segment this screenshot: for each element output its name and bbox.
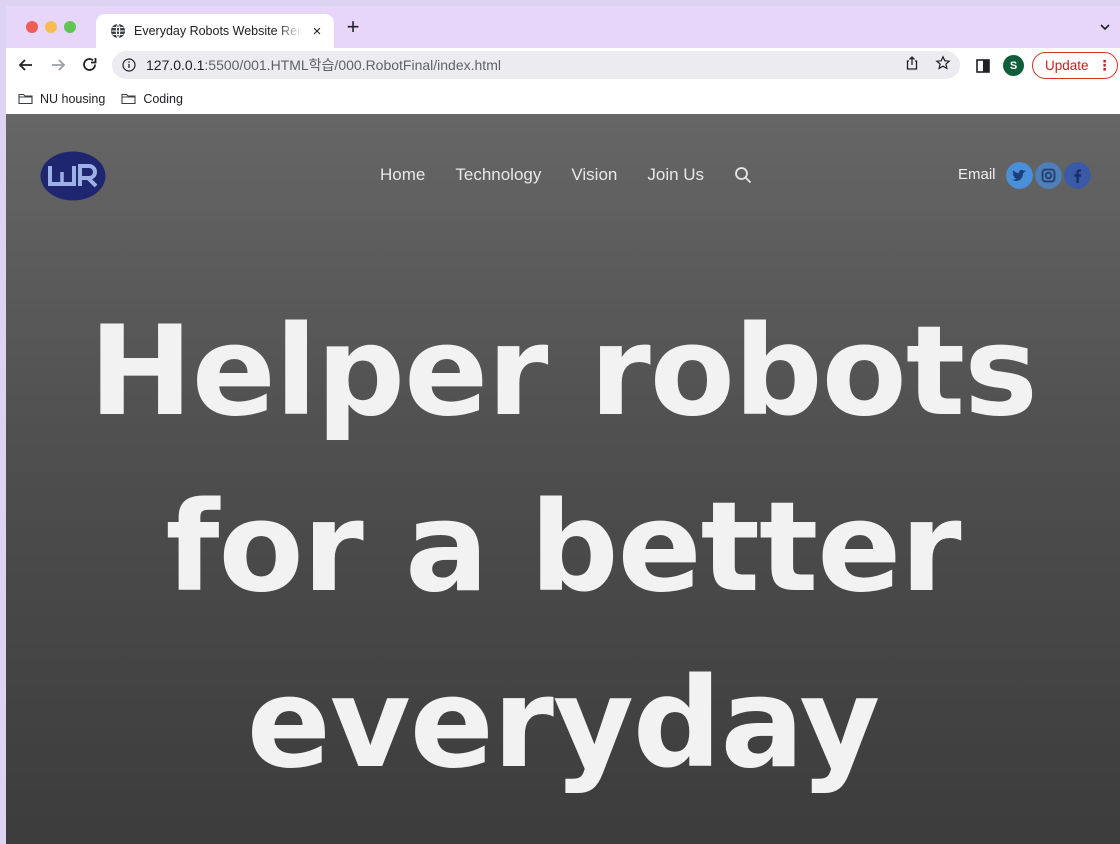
new-tab-button[interactable]: + [342,16,364,38]
twitter-icon[interactable] [1006,162,1033,189]
url-path: :5500/001.HTML학습/000.RobotFinal/index.ht… [204,57,501,73]
forward-arrow-icon[interactable] [48,55,68,75]
profile-avatar[interactable]: S [1003,55,1024,76]
everyday-robots-logo[interactable] [40,151,106,201]
update-label: Update [1045,58,1089,73]
url-host: 127.0.0.1 [146,57,205,73]
tab-close-icon[interactable]: × [310,23,324,40]
hero-line-2: for a better [165,476,962,620]
hero-heading: Helper robots for a better everyday [6,284,1120,812]
nav-vision[interactable]: Vision [571,165,617,185]
instagram-icon[interactable] [1035,162,1062,189]
main-nav: Home Technology Vision Join Us [380,165,752,185]
bookmark-label: Coding [143,91,183,106]
folder-icon [121,93,136,104]
bookmark-nu-housing[interactable]: NU housing [18,92,105,106]
maximize-window-button[interactable] [64,21,76,33]
globe-icon [111,23,125,39]
nav-technology[interactable]: Technology [455,165,541,185]
browser-toolbar: 127.0.0.1:5500/001.HTML학습/000.RobotFinal… [6,48,1120,83]
hero-line-1: Helper robots [89,300,1038,444]
browser-window: Everyday Robots Website Rene × + 127.0.0… [6,6,1120,844]
facebook-icon[interactable] [1064,162,1091,189]
email-link[interactable]: Email [958,166,996,183]
hero-line-3: everyday [246,652,880,796]
bookmark-star-icon[interactable] [935,55,951,71]
kebab-menu-icon: ⋮ [1097,57,1112,73]
share-icon[interactable] [904,55,920,71]
nav-home[interactable]: Home [380,165,425,185]
browser-tab[interactable]: Everyday Robots Website Rene × [96,14,334,48]
web-page: Home Technology Vision Join Us Email Hel… [6,114,1120,844]
nav-join-us[interactable]: Join Us [647,165,704,185]
tab-strip: Everyday Robots Website Rene × + [6,6,1120,48]
minimize-window-button[interactable] [45,21,57,33]
search-icon[interactable] [734,166,752,184]
update-button[interactable]: Update ⋮ [1032,52,1118,79]
folder-icon [18,93,33,104]
chevron-down-icon[interactable] [1098,20,1112,34]
side-panel-icon[interactable] [976,59,990,73]
tab-title: Everyday Robots Website Rene [134,24,302,38]
bookmark-coding[interactable]: Coding [121,92,183,106]
address-bar[interactable]: 127.0.0.1:5500/001.HTML학습/000.RobotFinal… [112,51,960,79]
back-arrow-icon[interactable] [16,55,36,75]
bookmarks-bar: NU housing Coding [6,83,1120,114]
bookmark-label: NU housing [40,91,106,106]
reload-icon[interactable] [80,55,100,75]
info-icon[interactable] [122,58,136,72]
close-window-button[interactable] [26,21,38,33]
